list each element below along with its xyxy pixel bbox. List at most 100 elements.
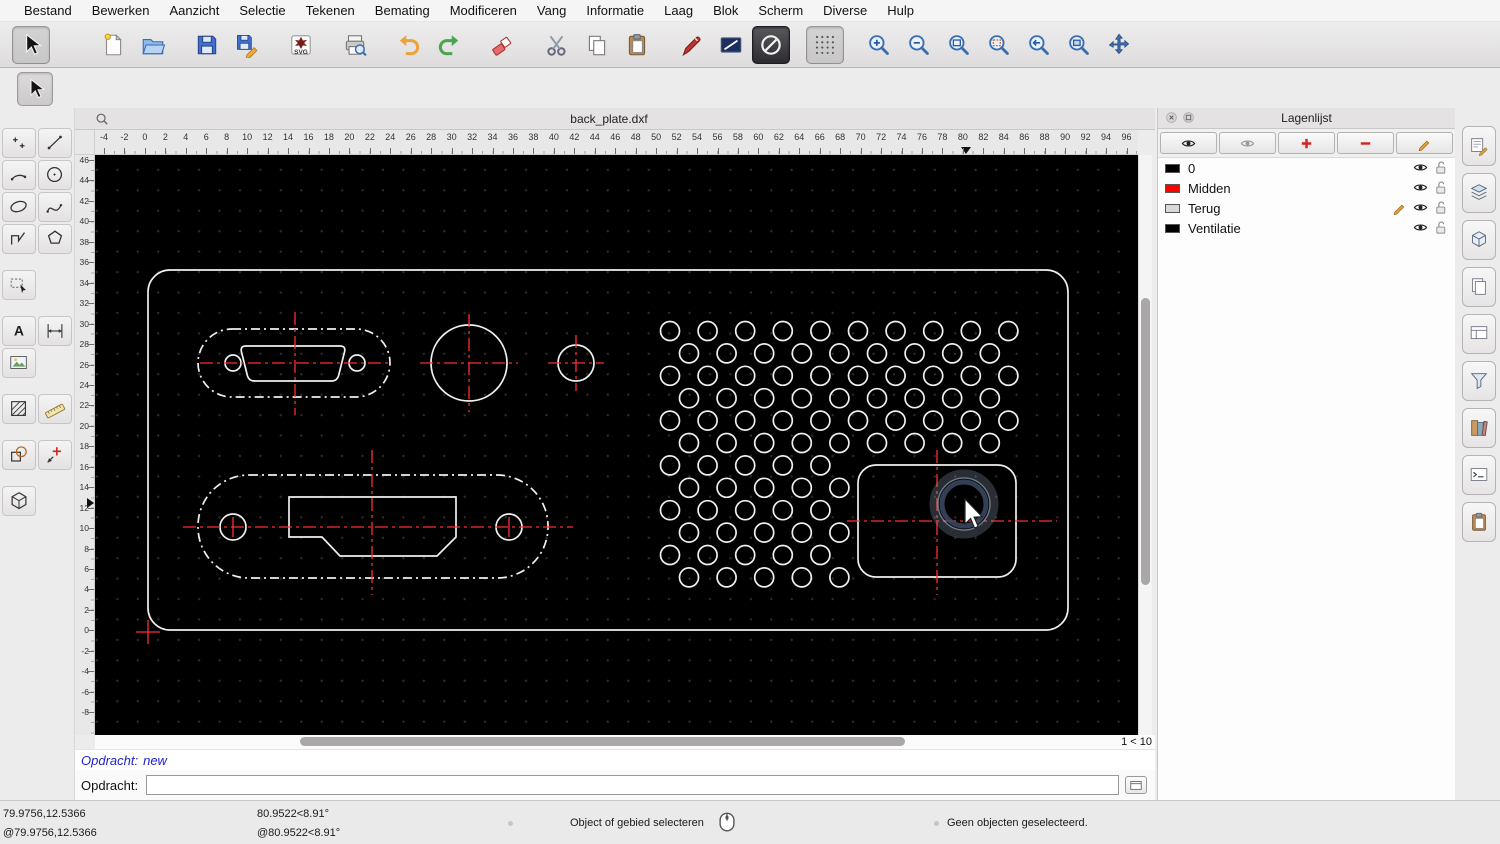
polyline-tools-button[interactable] bbox=[2, 224, 36, 254]
zoom-auto-button[interactable] bbox=[940, 26, 978, 64]
document-tab[interactable]: back_plate.dxf bbox=[109, 112, 1109, 126]
svg-export-button[interactable]: SVG bbox=[282, 26, 320, 64]
menu-scherm[interactable]: Scherm bbox=[748, 0, 813, 22]
layer-lock-icon[interactable] bbox=[1434, 200, 1450, 216]
dimension-tools-button[interactable] bbox=[38, 316, 72, 346]
cut-button[interactable] bbox=[538, 26, 576, 64]
save-button[interactable] bbox=[188, 26, 226, 64]
projection-tools-button[interactable] bbox=[2, 486, 36, 516]
point-tools-button[interactable] bbox=[2, 128, 36, 158]
layer-visibility-icon[interactable] bbox=[1413, 200, 1429, 216]
menu-hulp[interactable]: Hulp bbox=[877, 0, 924, 22]
line-attributes-button[interactable] bbox=[712, 26, 750, 64]
ellipse-tools-button[interactable] bbox=[2, 192, 36, 222]
library-browser-dock-button[interactable] bbox=[1461, 408, 1496, 448]
snap-tools-button[interactable] bbox=[38, 440, 72, 470]
ruler-label: 64 bbox=[794, 132, 805, 142]
menu-diverse[interactable]: Diverse bbox=[813, 0, 877, 22]
line-tools-button[interactable] bbox=[38, 128, 72, 158]
vertical-scrollbar[interactable] bbox=[1138, 155, 1152, 735]
show-all-layers-button[interactable] bbox=[1160, 132, 1217, 154]
menu-tekenen[interactable]: Tekenen bbox=[296, 0, 365, 22]
hatch-tools-button[interactable] bbox=[2, 394, 36, 424]
layer-row-0[interactable]: 0 bbox=[1158, 158, 1455, 178]
paste-button[interactable] bbox=[618, 26, 656, 64]
vertical-scroll-thumb[interactable] bbox=[1141, 298, 1150, 585]
property-pen-button[interactable] bbox=[672, 26, 710, 64]
ruler-label: 14 bbox=[79, 482, 89, 493]
layer-color-swatch[interactable] bbox=[1165, 183, 1180, 193]
undo-button[interactable] bbox=[390, 26, 428, 64]
menu-bestand[interactable]: Bestand bbox=[14, 0, 82, 22]
layer-row-terug[interactable]: Terug bbox=[1158, 198, 1455, 218]
menu-selectie[interactable]: Selectie bbox=[229, 0, 295, 22]
layer-lock-icon[interactable] bbox=[1434, 220, 1450, 236]
text-tools-button[interactable]: A bbox=[2, 316, 36, 346]
spline-tools-button[interactable] bbox=[38, 192, 72, 222]
zoom-previous-button[interactable] bbox=[1020, 26, 1058, 64]
image-tools-button[interactable] bbox=[2, 348, 36, 378]
pan-button[interactable] bbox=[1100, 26, 1138, 64]
layer-visibility-icon[interactable] bbox=[1413, 220, 1429, 236]
menu-vang[interactable]: Vang bbox=[527, 0, 576, 22]
menu-modificeren[interactable]: Modificeren bbox=[440, 0, 527, 22]
grid-toggle-button[interactable] bbox=[806, 25, 844, 64]
layer-lock-icon[interactable] bbox=[1434, 160, 1450, 176]
menu-bewerken[interactable]: Bewerken bbox=[82, 0, 160, 22]
no-fill-button[interactable] bbox=[752, 25, 790, 64]
layer-lock-icon[interactable] bbox=[1434, 180, 1450, 196]
menu-blok[interactable]: Blok bbox=[703, 0, 748, 22]
zoom-selection-button[interactable] bbox=[980, 26, 1018, 64]
layer-visibility-icon[interactable] bbox=[1413, 160, 1429, 176]
sheet-list-dock-button[interactable] bbox=[1461, 267, 1496, 307]
layer-color-swatch[interactable] bbox=[1165, 163, 1180, 173]
close-panel-icon[interactable] bbox=[1165, 111, 1179, 125]
add-layer-button[interactable] bbox=[1278, 132, 1335, 154]
command-input[interactable] bbox=[146, 775, 1119, 795]
delete-button[interactable] bbox=[484, 26, 522, 64]
selection-tools-button[interactable] bbox=[2, 270, 36, 300]
menu-laag[interactable]: Laag bbox=[654, 0, 703, 22]
property-editor-dock-button[interactable] bbox=[1461, 126, 1496, 166]
horizontal-scrollbar[interactable] bbox=[95, 735, 1108, 749]
measure-tools-button[interactable] bbox=[38, 394, 72, 424]
layer-row-midden[interactable]: Midden bbox=[1158, 178, 1455, 198]
block-list-dock-button[interactable] bbox=[1461, 220, 1496, 260]
modify-tools-button[interactable] bbox=[2, 440, 36, 470]
select-button[interactable] bbox=[12, 25, 50, 64]
zoom-window-button[interactable] bbox=[1060, 26, 1098, 64]
selection-status: Geen objecten geselecteerd. bbox=[947, 817, 1088, 829]
redo-button[interactable] bbox=[430, 26, 468, 64]
layer-color-swatch[interactable] bbox=[1165, 203, 1180, 213]
layer-row-ventilatie[interactable]: Ventilatie bbox=[1158, 218, 1455, 238]
copy-button[interactable] bbox=[578, 26, 616, 64]
command-expand-button[interactable] bbox=[1125, 776, 1147, 794]
open-button[interactable] bbox=[134, 26, 172, 64]
print-preview-button[interactable] bbox=[336, 26, 374, 64]
save-as-button[interactable] bbox=[228, 26, 266, 64]
layer-color-swatch[interactable] bbox=[1165, 223, 1180, 233]
select-tool-button[interactable] bbox=[17, 72, 53, 106]
zoom-in-button[interactable] bbox=[860, 26, 898, 64]
selection-filter-dock-button[interactable] bbox=[1461, 361, 1496, 401]
clipboard-panel-dock-button[interactable] bbox=[1461, 502, 1496, 542]
menu-bemating[interactable]: Bemating bbox=[365, 0, 440, 22]
drawing-canvas[interactable] bbox=[95, 155, 1138, 735]
menu-aanzicht[interactable]: Aanzicht bbox=[160, 0, 230, 22]
view-list-dock-button[interactable] bbox=[1461, 314, 1496, 354]
horizontal-scroll-thumb[interactable] bbox=[300, 737, 905, 746]
arc-tools-button[interactable] bbox=[2, 160, 36, 190]
menu-informatie[interactable]: Informatie bbox=[576, 0, 654, 22]
ruler-label: 18 bbox=[323, 132, 334, 142]
zoom-out-button[interactable] bbox=[900, 26, 938, 64]
circle-tools-button[interactable] bbox=[38, 160, 72, 190]
shape-tools-button[interactable] bbox=[38, 224, 72, 254]
float-panel-icon[interactable] bbox=[1182, 111, 1196, 125]
command-history-dock-button[interactable] bbox=[1461, 455, 1496, 495]
remove-layer-button[interactable] bbox=[1337, 132, 1394, 154]
layer-list-dock-button[interactable] bbox=[1461, 173, 1496, 213]
layer-visibility-icon[interactable] bbox=[1413, 180, 1429, 196]
hide-all-layers-button[interactable] bbox=[1219, 132, 1276, 154]
edit-layer-button[interactable] bbox=[1396, 132, 1453, 154]
new-button[interactable] bbox=[94, 26, 132, 64]
